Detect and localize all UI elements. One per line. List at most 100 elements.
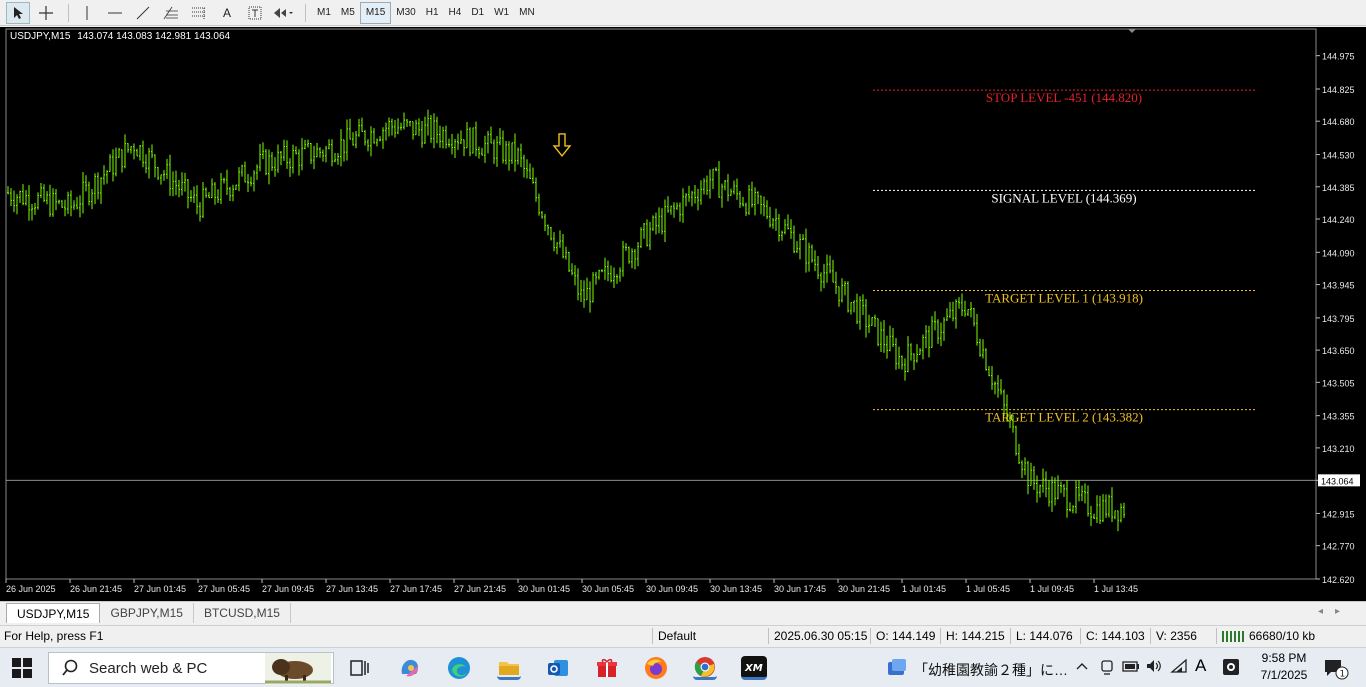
price-axis-label: 144.975	[1322, 52, 1355, 62]
level-label: STOP LEVEL -451 (144.820)	[986, 90, 1142, 105]
status-divider	[1150, 628, 1151, 644]
clock-time: 9:58 PM	[1261, 651, 1307, 665]
time-axis-label: 27 Jun 09:45	[262, 584, 314, 594]
wifi-icon[interactable]	[1170, 658, 1188, 677]
task-view-icon[interactable]	[348, 656, 372, 680]
chrome-icon[interactable]	[693, 656, 717, 680]
fibonacci-icon[interactable]	[159, 2, 183, 24]
price-axis-label: 144.385	[1322, 183, 1355, 193]
svg-text:XM: XM	[744, 663, 763, 674]
status-divider	[652, 628, 653, 644]
price-axis-label: 143.650	[1322, 346, 1355, 356]
time-axis-label: 27 Jun 17:45	[390, 584, 442, 594]
trendline-icon[interactable]	[131, 2, 155, 24]
chart-area[interactable]: 144.975 144.825 144.680 144.530 144.385 144.2…	[0, 27, 1366, 601]
meet-now-icon[interactable]	[1099, 658, 1115, 679]
news-widget-icon[interactable]	[886, 658, 908, 678]
arrow-shapes-icon[interactable]	[271, 2, 295, 24]
level-label: TARGET LEVEL 1 (143.918)	[985, 291, 1143, 306]
time-axis-label: 30 Jun 13:45	[710, 584, 762, 594]
time-axis-label: 26 Jun 2025	[6, 584, 56, 594]
time-axis-label: 27 Jun 21:45	[454, 584, 506, 594]
notification-center-icon[interactable]: 1	[1324, 658, 1350, 683]
outlook-icon[interactable]	[546, 656, 570, 680]
volume-icon[interactable]	[1146, 659, 1162, 676]
bison-search-image	[265, 653, 331, 685]
price-axis-label: 142.770	[1322, 542, 1355, 552]
timeframe-h1[interactable]: H1	[421, 2, 444, 24]
search-icon	[62, 659, 78, 676]
timeframe-h4[interactable]: H4	[444, 2, 467, 24]
level-label: TARGET LEVEL 2 (143.382)	[985, 410, 1143, 425]
timeframe-m30[interactable]: M30	[391, 2, 420, 24]
traffic-stats: 66680/10 kb	[1249, 629, 1316, 643]
time-axis-label: 30 Jun 09:45	[646, 584, 698, 594]
tab-gbpjpy[interactable]: GBPJPY,M15	[100, 603, 194, 623]
sell-signal-arrow-icon	[552, 133, 572, 158]
bar-datetime: 2025.06.30 05:15	[774, 629, 868, 643]
price-axis-label: 142.620	[1322, 575, 1355, 585]
price-chart[interactable]: 144.975 144.825 144.680 144.530 144.385 144.2…	[0, 27, 1366, 601]
price-axis-label: 144.240	[1322, 215, 1355, 225]
firefox-icon[interactable]	[644, 656, 668, 680]
candle-series	[7, 109, 1125, 532]
status-divider	[870, 628, 871, 644]
taskbar: Search web & PC XM 「幼稚園教諭２種」に… A 9:58 PM…	[0, 647, 1366, 687]
timeframe-m5[interactable]: M5	[336, 2, 360, 24]
vertical-line-icon[interactable]	[75, 2, 99, 24]
time-axis-label: 30 Jun 17:45	[774, 584, 826, 594]
timeframe-w1[interactable]: W1	[489, 2, 514, 24]
windows-start-icon[interactable]	[12, 658, 32, 678]
timeframe-m1[interactable]: M1	[312, 2, 336, 24]
taskbar-search[interactable]: Search web & PC	[48, 652, 334, 685]
cursor-icon[interactable]	[6, 1, 30, 24]
time-axis-label: 1 Jul 09:45	[1030, 584, 1074, 594]
price-axis-label: 143.355	[1322, 412, 1355, 422]
chart-symbol: USDJPY,M15	[10, 31, 71, 42]
status-divider	[1080, 628, 1081, 644]
tab-btcusd[interactable]: BTCUSD,M15	[194, 603, 291, 623]
grid-tool-icon[interactable]	[187, 2, 211, 24]
level-label: SIGNAL LEVEL (144.369)	[991, 190, 1136, 205]
bar-volume: V: 2356	[1156, 629, 1197, 643]
status-divider	[1010, 628, 1011, 644]
system-clock[interactable]: 9:58 PM 7/1/2025	[1256, 651, 1312, 682]
time-axis-label: 27 Jun 01:45	[134, 584, 186, 594]
price-axis-label: 144.530	[1322, 151, 1355, 161]
toolbar-divider	[68, 3, 69, 22]
timeframe-mn[interactable]: MN	[514, 2, 540, 24]
crosshair-icon[interactable]	[34, 2, 58, 24]
toolbar-divider	[305, 3, 306, 22]
bar-open: O: 144.149	[876, 629, 936, 643]
timeframe-d1[interactable]: D1	[466, 2, 489, 24]
xm-mt4-icon[interactable]: XM	[741, 656, 767, 680]
price-axis-label: 144.680	[1322, 117, 1355, 127]
tab-scroll-arrows[interactable]: ◂▸	[1318, 606, 1352, 617]
tab-usdjpy[interactable]: USDJPY,M15	[6, 603, 101, 623]
time-axis-label: 1 Jul 01:45	[902, 584, 946, 594]
file-explorer-icon[interactable]	[497, 656, 521, 680]
copilot-icon[interactable]	[398, 656, 422, 680]
battery-icon[interactable]	[1122, 659, 1140, 676]
text-label-icon[interactable]	[243, 2, 267, 24]
chart-header: USDJPY,M15 143.074 143.083 142.981 143.0…	[10, 31, 234, 42]
gift-icon[interactable]	[595, 656, 619, 680]
edge-browser-icon[interactable]	[447, 656, 471, 680]
time-axis-label: 1 Jul 13:45	[1094, 584, 1138, 594]
price-axis-label: 142.915	[1322, 509, 1355, 519]
timeframe-m15[interactable]: M15	[359, 1, 392, 24]
time-axis-label: 26 Jun 21:45	[70, 584, 122, 594]
profile-name: Default	[658, 629, 697, 643]
status-divider	[1216, 628, 1217, 644]
time-axis-label: 27 Jun 05:45	[198, 584, 250, 594]
ime-mode-icon[interactable]	[1222, 658, 1240, 679]
horizontal-line-icon[interactable]	[103, 2, 127, 24]
tray-chevron-icon[interactable]	[1075, 659, 1089, 676]
timeframe-group: M1 M5 M15 M30 H1 H4 D1 W1 MN	[312, 1, 540, 24]
input-method-indicator[interactable]: A	[1195, 656, 1206, 676]
price-axis-label: 144.825	[1322, 85, 1355, 95]
news-widget-text[interactable]: 「幼稚園教諭２種」に…	[914, 660, 1068, 680]
time-axis-label: 30 Jun 01:45	[518, 584, 570, 594]
text-tool-icon[interactable]: A	[215, 2, 239, 24]
price-axis-label: 143.945	[1322, 281, 1355, 291]
